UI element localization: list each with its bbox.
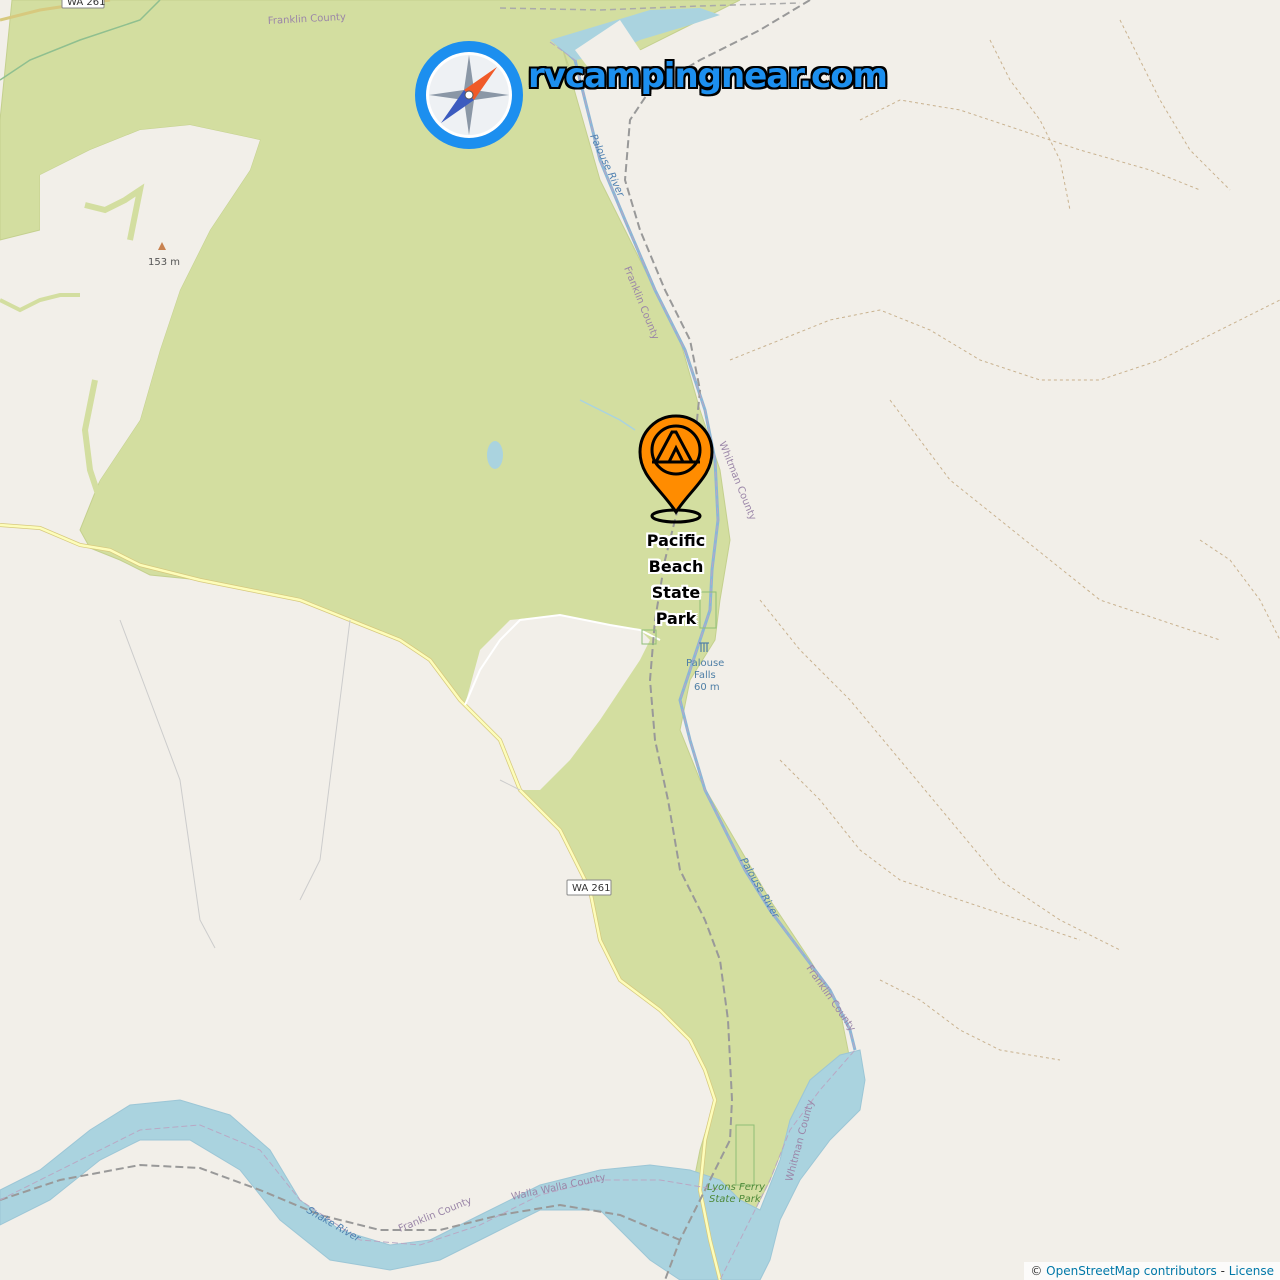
road-shield-wa-261-top: WA 261	[61, 0, 105, 9]
peak-elevation-label: 153 m	[148, 257, 180, 268]
campground-label[interactable]: Pacific Beach State Park	[626, 528, 726, 632]
falls-height-label: 60 m	[694, 682, 720, 693]
park-name-label: Lyons Ferry	[707, 1182, 766, 1193]
road-shield-label: WA 261	[572, 883, 610, 894]
map-canvas: 153 m WA 261 WA 261 Franklin County Fran…	[0, 0, 1280, 1280]
waterfall-icon	[699, 642, 709, 652]
falls-name-label: Palouse	[686, 658, 724, 669]
falls-name-label: Falls	[694, 670, 716, 681]
map-attribution: © OpenStreetMap contributors - License	[1024, 1262, 1280, 1280]
license-link[interactable]: License	[1229, 1264, 1274, 1278]
brand-wordmark[interactable]: rvcampingnear.com	[528, 56, 888, 96]
copyright-symbol: ©	[1030, 1264, 1043, 1278]
road-shield-wa-261: WA 261	[566, 879, 612, 896]
map-view[interactable]: 153 m WA 261 WA 261 Franklin County Fran…	[0, 0, 1280, 1280]
attribution-separator: -	[1216, 1264, 1229, 1278]
road-shield-label: WA 261	[67, 0, 105, 8]
park-name-label: State Park	[709, 1194, 762, 1205]
osm-link[interactable]: OpenStreetMap contributors	[1046, 1264, 1217, 1278]
pond	[487, 441, 503, 469]
compass-icon	[415, 41, 523, 149]
